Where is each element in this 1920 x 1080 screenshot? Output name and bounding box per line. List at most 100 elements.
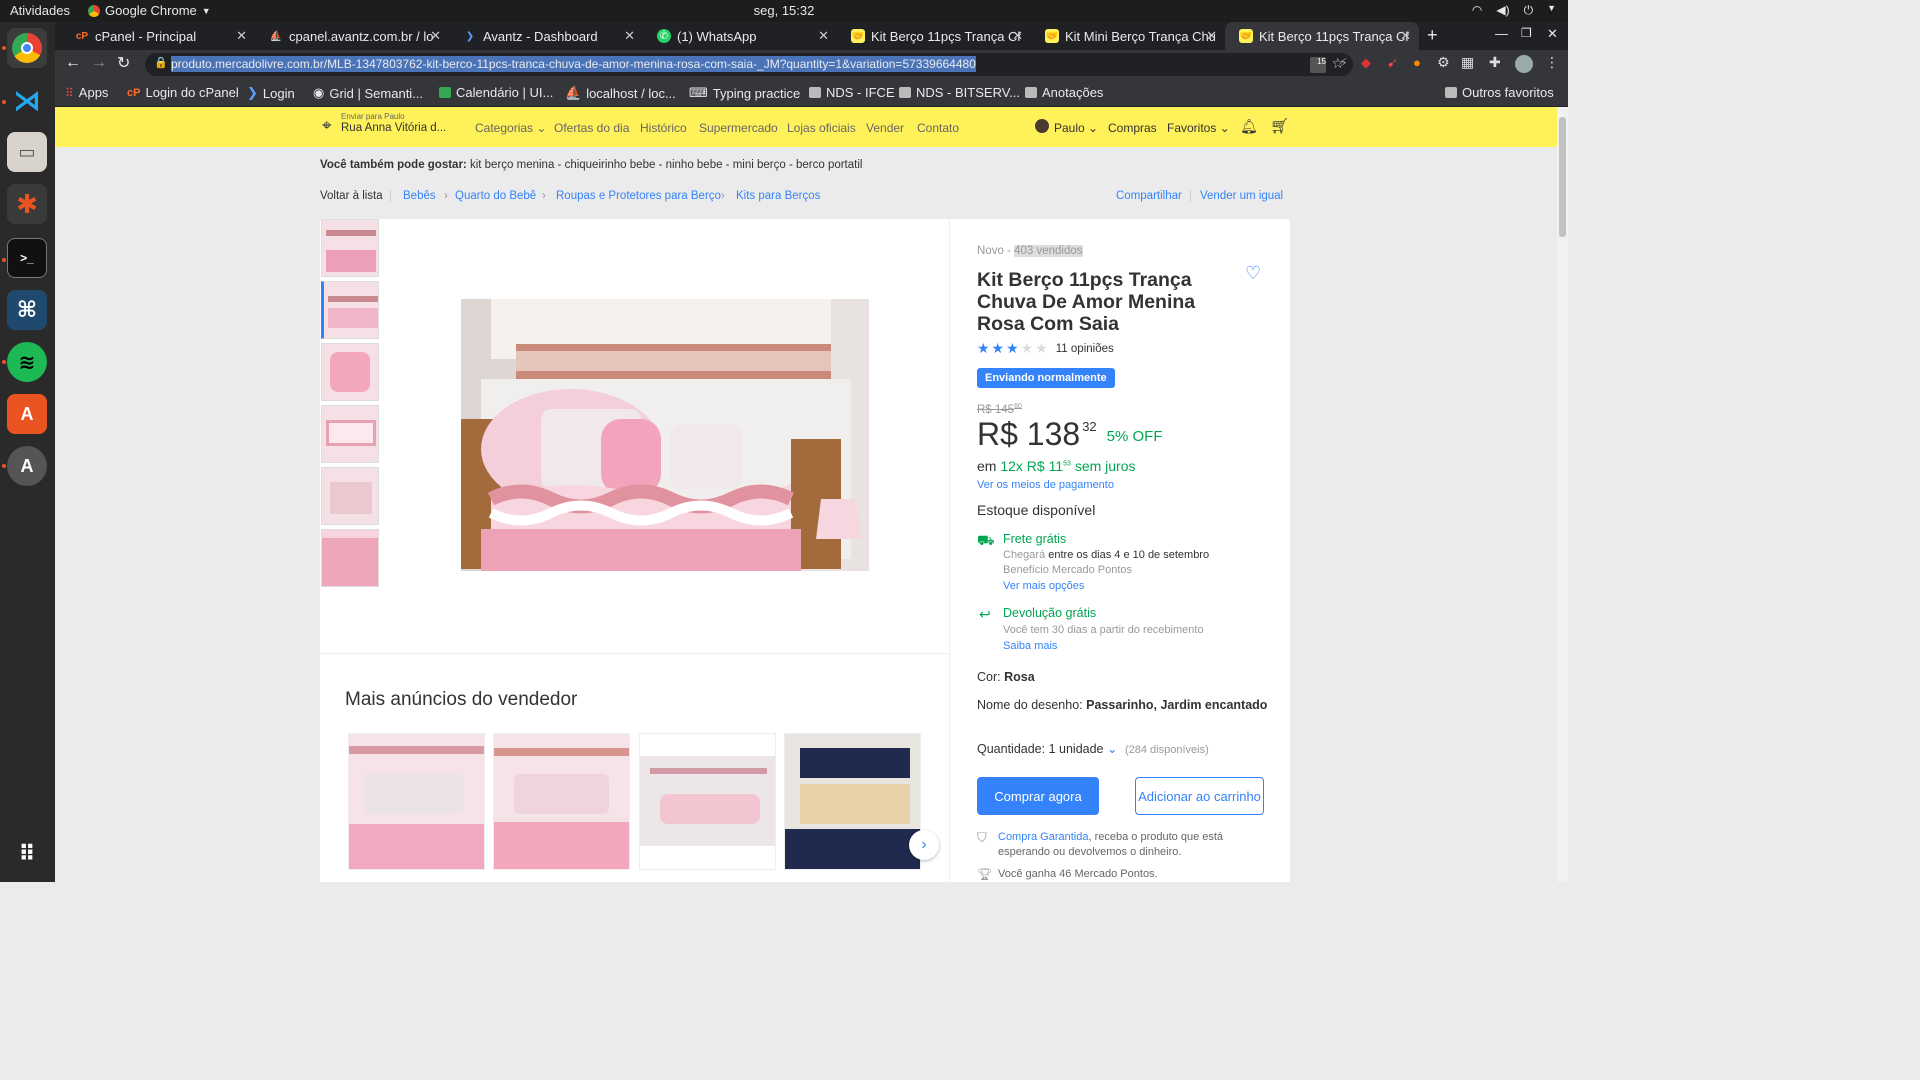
avatar[interactable] xyxy=(1035,119,1049,133)
show-apps-icon[interactable]: ⠿ xyxy=(7,834,47,874)
close-icon[interactable]: ✕ xyxy=(1012,28,1023,44)
location-pin-icon[interactable]: ⌖ xyxy=(322,116,332,136)
address-bar[interactable]: 🔒 produto.mercadolivre.com.br/MLB-134780… xyxy=(145,53,1353,76)
terminal-icon[interactable]: >_ xyxy=(7,238,47,278)
reload-icon[interactable]: ↻ xyxy=(117,53,130,73)
share-link[interactable]: Compartilhar xyxy=(1116,190,1182,202)
close-icon[interactable]: ✕ xyxy=(818,28,829,44)
chrome-icon[interactable] xyxy=(7,28,47,68)
software-center-icon[interactable]: A xyxy=(7,394,47,434)
bookmark-item[interactable]: NDS - IFCE xyxy=(809,85,895,100)
url-text[interactable]: produto.mercadolivre.com.br/MLB-13478037… xyxy=(171,56,976,72)
more-shipping-options-link[interactable]: Ver mais opções xyxy=(1003,580,1084,592)
settings-tool-icon[interactable]: ✱ xyxy=(7,184,47,224)
breadcrumb-item[interactable]: Roupas e Protetores para Berço xyxy=(556,190,721,202)
seller-product-card[interactable] xyxy=(639,733,776,870)
payment-methods-link[interactable]: Ver os meios de pagamento xyxy=(977,479,1114,491)
mysql-workbench-icon[interactable]: ⌘ xyxy=(7,290,47,330)
spotify-icon[interactable]: ≋ xyxy=(7,342,47,382)
new-tab-button[interactable]: + xyxy=(1427,25,1438,46)
back-to-list-link[interactable]: Voltar à lista xyxy=(320,190,383,202)
forward-icon[interactable]: → xyxy=(91,54,107,72)
thumbnail[interactable] xyxy=(321,467,379,525)
rating[interactable]: ★★★★★ 11 opiniões xyxy=(977,340,1114,357)
tab[interactable]: 🤝 Kit Berço 11pçs Trança Ch ✕ xyxy=(837,22,1031,50)
minimize-button[interactable]: — xyxy=(1495,26,1508,41)
tab-active[interactable]: 🤝 Kit Berço 11pçs Trança Ch ✕ xyxy=(1225,22,1419,50)
bookmark-item[interactable]: ◉ Grid | Semanti... xyxy=(313,85,423,101)
tab[interactable]: cP cPanel - Principal ✕ xyxy=(61,22,255,50)
close-icon[interactable]: ✕ xyxy=(236,28,247,44)
nav-historico[interactable]: Histórico xyxy=(640,121,687,135)
add-to-cart-button[interactable]: Adicionar ao carrinho xyxy=(1135,777,1264,815)
extension-badge[interactable]: 15 xyxy=(1310,57,1326,73)
extension-icon[interactable]: ▦ xyxy=(1461,54,1474,71)
close-icon[interactable]: ✕ xyxy=(624,28,635,44)
seller-product-card[interactable] xyxy=(784,733,921,870)
extension-icon[interactable]: ● xyxy=(1413,55,1421,70)
breadcrumb-item[interactable]: Kits para Berços xyxy=(736,190,820,202)
close-window-button[interactable]: ✕ xyxy=(1547,26,1558,42)
bookmark-item[interactable]: ❯ Login xyxy=(247,85,295,101)
sell-same-link[interactable]: Vender um igual xyxy=(1200,190,1283,202)
quantity-selector[interactable]: Quantidade: 1 unidade ⌄ (284 disponíveis… xyxy=(977,741,1209,756)
bookmark-item[interactable]: NDS - BITSERV... xyxy=(899,85,1020,100)
activities-button[interactable]: Atividades xyxy=(10,3,70,18)
nav-vender[interactable]: Vender xyxy=(866,121,904,135)
nav-ofertas[interactable]: Ofertas do dia xyxy=(554,121,629,135)
breadcrumb-item[interactable]: Quarto do Bebê xyxy=(455,190,536,202)
breadcrumb-item[interactable]: Bebês xyxy=(403,190,436,202)
thumbnail[interactable] xyxy=(321,405,379,463)
bookmark-other[interactable]: Outros favoritos xyxy=(1445,85,1554,100)
tab[interactable]: ⛵ cpanel.avantz.com.br / lo ✕ xyxy=(255,22,449,50)
seller-product-card[interactable] xyxy=(493,733,630,870)
tab[interactable]: ❯ Avantz - Dashboard ✕ xyxy=(449,22,643,50)
ship-to-address[interactable]: Rua Anna Vitória d... xyxy=(341,122,446,134)
bell-icon[interactable]: 🔔︎ xyxy=(1240,118,1258,135)
clock[interactable]: seg, 15:32 xyxy=(0,3,1568,18)
thumbnail-selected[interactable] xyxy=(321,281,379,339)
nav-favoritos[interactable]: Favoritos ⌄ xyxy=(1167,121,1230,135)
product-main-image[interactable] xyxy=(461,299,869,571)
nav-lojas-oficiais[interactable]: Lojas oficiais xyxy=(787,121,856,135)
guarantee-link[interactable]: Compra Garantida xyxy=(998,831,1089,843)
bookmark-item[interactable]: Anotações xyxy=(1025,85,1103,100)
heart-icon[interactable]: ♡ xyxy=(1245,263,1261,284)
bookmark-item[interactable]: ⌨ Typing practice xyxy=(689,85,800,101)
buy-now-button[interactable]: Comprar agora xyxy=(977,777,1099,815)
nav-categorias[interactable]: Categorias ⌄ xyxy=(475,121,546,135)
files-icon[interactable]: ▭ xyxy=(7,132,47,172)
software-updater-icon[interactable]: A xyxy=(7,446,47,486)
scrollbar[interactable] xyxy=(1557,107,1568,882)
carousel-next-button[interactable]: › xyxy=(909,830,939,860)
puzzle-icon[interactable]: ✚ xyxy=(1489,54,1501,71)
nav-contato[interactable]: Contato xyxy=(917,121,959,135)
tab[interactable]: 🤝 Kit Mini Berço Trança Chu ✕ xyxy=(1031,22,1225,50)
learn-more-link[interactable]: Saiba mais xyxy=(1003,640,1057,652)
thumbnail[interactable] xyxy=(321,343,379,401)
scrollbar-thumb[interactable] xyxy=(1559,117,1566,237)
cart-icon[interactable]: 🛒︎ xyxy=(1270,117,1289,135)
bookmark-item[interactable]: cP Login do cPanel xyxy=(127,85,239,100)
tab[interactable]: ✆ (1) WhatsApp ✕ xyxy=(643,22,837,50)
nav-supermercado[interactable]: Supermercado xyxy=(699,121,778,135)
nav-compras[interactable]: Compras xyxy=(1108,121,1157,135)
seller-product-card[interactable] xyxy=(348,733,485,870)
user-menu[interactable]: Paulo ⌄ xyxy=(1054,121,1098,135)
close-icon[interactable]: ✕ xyxy=(430,28,441,44)
extension-icon[interactable]: ➹ xyxy=(1387,55,1398,71)
ship-to-label[interactable]: Enviar para Paulo xyxy=(341,112,405,121)
extension-icon[interactable]: ◆ xyxy=(1361,55,1371,71)
recommend-links[interactable]: kit berço menina - chiqueirinho bebe - n… xyxy=(470,159,863,171)
extension-icon[interactable]: ⚡ xyxy=(1339,55,1348,71)
close-icon[interactable]: ✕ xyxy=(1400,28,1411,44)
bookmark-item[interactable]: Calendário | UI... xyxy=(439,85,553,100)
vscode-icon[interactable]: ⋊ xyxy=(7,80,47,120)
bookmark-apps[interactable]: ⠿ Apps xyxy=(65,85,108,100)
thumbnail[interactable] xyxy=(321,219,379,277)
maximize-button[interactable]: ❐ xyxy=(1521,26,1532,40)
back-icon[interactable]: ← xyxy=(65,54,81,72)
bookmark-item[interactable]: ⛵ localhost / loc... xyxy=(565,85,676,101)
thumbnail[interactable] xyxy=(321,529,379,587)
gear-icon[interactable]: ⚙ xyxy=(1437,54,1450,71)
